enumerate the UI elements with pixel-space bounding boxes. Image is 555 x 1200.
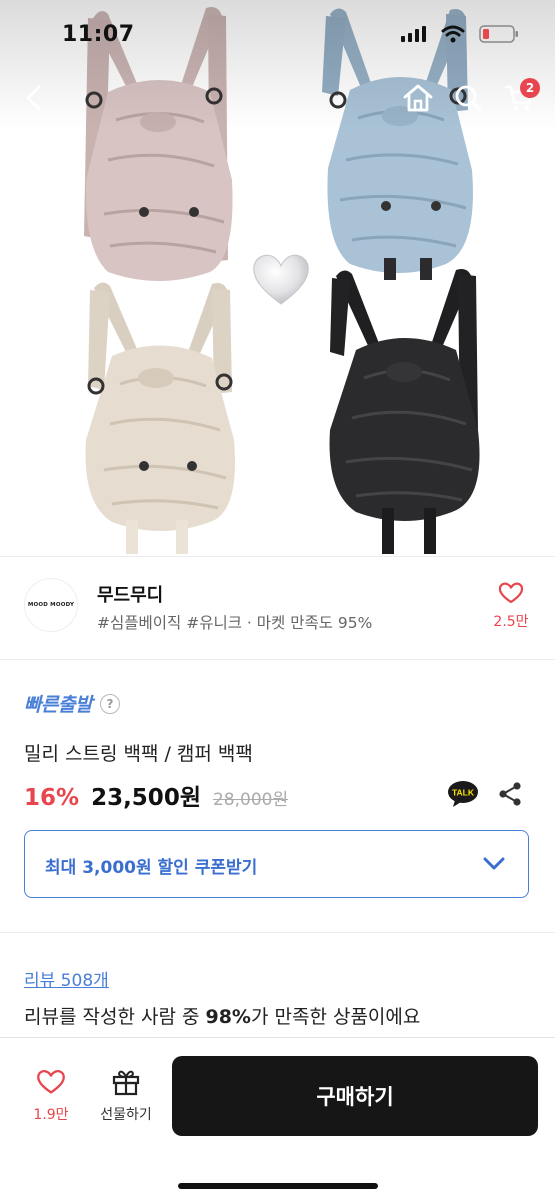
buy-button[interactable]: 구매하기 xyxy=(172,1056,538,1136)
home-button[interactable] xyxy=(396,76,440,120)
gift-button[interactable]: 선물하기 xyxy=(92,1068,160,1124)
backpack-black xyxy=(329,269,480,554)
status-bar: 11:07 xyxy=(0,0,555,70)
help-icon[interactable]: ? xyxy=(99,693,120,714)
back-icon xyxy=(26,85,41,111)
review-summary-suffix: 가 만족한 상품이에요 xyxy=(250,1006,421,1028)
cart-button[interactable]: 2 xyxy=(498,76,542,120)
seller-name[interactable]: 무드무디 xyxy=(97,581,163,607)
like-button[interactable]: 1.9만 xyxy=(26,1068,76,1124)
divider xyxy=(0,659,555,660)
fast-shipping-label: 빠른출발 xyxy=(24,694,92,716)
share-icon xyxy=(499,782,521,806)
review-satisfaction-rate: 98% xyxy=(205,1006,251,1028)
seller-section[interactable]: MOOD MOODY 무드무디 #심플베이직 #유니크 · 마켓 만족도 95%… xyxy=(0,557,555,659)
backpack-beige xyxy=(85,282,235,554)
heart-icon xyxy=(498,582,524,604)
nav-bar: 2 xyxy=(0,70,555,126)
sale-price: 23,500원 xyxy=(91,785,201,811)
reviews-link[interactable]: 리뷰 508개 xyxy=(24,966,109,991)
gift-label: 선물하기 xyxy=(100,1107,152,1123)
kakaotalk-icon: TALK xyxy=(448,781,478,807)
price-row: 16% 23,500원 28,000원 xyxy=(24,778,288,812)
shop-favorite-count: 2.5만 xyxy=(493,614,529,630)
discount-rate: 16% xyxy=(24,785,80,811)
cart-count-badge: 2 xyxy=(520,78,540,98)
status-time: 11:07 xyxy=(62,22,135,47)
shop-favorite-button[interactable]: 2.5만 xyxy=(489,581,533,631)
kakaotalk-inquiry-button[interactable]: TALK xyxy=(447,780,479,808)
back-button[interactable] xyxy=(12,76,56,120)
heart-sticker xyxy=(250,250,312,312)
home-icon xyxy=(403,84,433,112)
home-indicator xyxy=(178,1183,378,1189)
seller-logo[interactable]: MOOD MOODY xyxy=(24,578,78,632)
share-button[interactable] xyxy=(497,781,523,807)
heart-icon xyxy=(37,1070,65,1094)
divider xyxy=(0,932,555,933)
search-button[interactable] xyxy=(446,76,490,120)
gift-icon xyxy=(112,1070,140,1096)
review-summary-prefix: 리뷰를 작성한 사람 중 xyxy=(24,1006,206,1028)
original-price: 28,000원 xyxy=(212,790,289,810)
search-icon xyxy=(455,85,482,112)
wifi-icon xyxy=(441,25,465,43)
chevron-down-icon xyxy=(483,857,505,870)
like-count: 1.9만 xyxy=(33,1107,69,1123)
coupon-label: 최대 3,000원 할인 쿠폰받기 xyxy=(45,858,258,878)
product-title: 밀리 스트링 백팩 / 캠퍼 백팩 xyxy=(24,743,253,765)
signal-icon xyxy=(401,26,426,42)
product-image[interactable]: 11:07 2 xyxy=(0,0,555,556)
bottom-action-bar: 1.9만 선물하기 구매하기 xyxy=(0,1037,555,1200)
battery-icon xyxy=(479,25,518,43)
fast-shipping-badge: 빠른출발 ? xyxy=(24,690,120,717)
coupon-download-button[interactable]: 최대 3,000원 할인 쿠폰받기 xyxy=(24,830,529,898)
talk-label: TALK xyxy=(452,788,475,798)
seller-tags: #심플베이직 #유니크 · 마켓 만족도 95% xyxy=(97,614,373,632)
review-summary: 리뷰를 작성한 사람 중 98%가 만족한 상품이에요 xyxy=(24,1002,420,1029)
